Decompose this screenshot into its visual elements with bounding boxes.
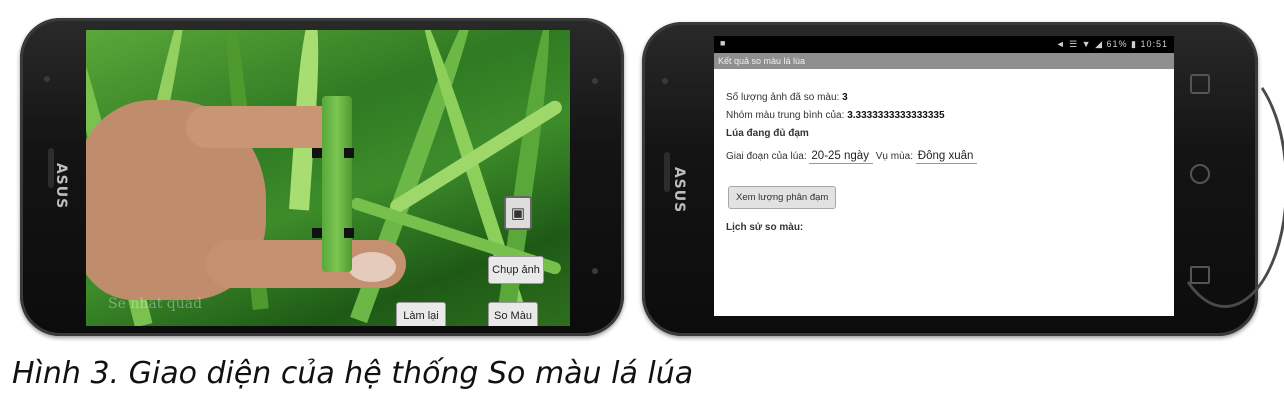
phone-speaker [664, 152, 670, 192]
selection-corner[interactable] [312, 228, 322, 238]
leaf-sample [322, 96, 352, 272]
sensor-dot [592, 78, 598, 84]
status-icons: ◄ ☰ ▼ ◢ 61% ▮ 10:51 [1055, 39, 1168, 49]
status-bar: ■ ◄ ☰ ▼ ◢ 61% ▮ 10:51 [714, 36, 1174, 53]
image-count-row: Số lượng ảnh đã so màu: 3 [726, 92, 848, 103]
front-camera [44, 76, 50, 82]
compare-color-button[interactable]: So Màu [488, 302, 538, 326]
average-group-label: Nhóm màu trung bình của: [726, 110, 845, 121]
camera-overlay-text: Se nhat quad [108, 296, 203, 312]
history-label: Lịch sử so màu: [726, 222, 804, 233]
back-key[interactable] [1190, 266, 1210, 284]
selection-corner[interactable] [312, 148, 322, 158]
phone-left: ASUS ▣ Chụp ảnh Làm lại So Màu Se nhat q… [20, 18, 624, 336]
selection-corner[interactable] [344, 148, 354, 158]
home-key[interactable] [1190, 164, 1210, 184]
asus-logo: ASUS [671, 166, 688, 214]
thumbnail [348, 252, 396, 282]
stage-season-row: Giai đoạn của lúa: 20-25 ngày Vụ mùa: Đô… [726, 150, 978, 164]
season-label: Vụ mùa: [875, 151, 913, 162]
phone-accent [1162, 62, 1284, 308]
sensor-dot [592, 268, 598, 274]
page-title: Kết quả so màu lá lúa [714, 53, 1174, 69]
average-group-row: Nhóm màu trung bình của: 3.3333333333333… [726, 110, 945, 121]
average-group-value: 3.3333333333333335 [847, 110, 945, 121]
phone-right: ASUS ■ ◄ ☰ ▼ ◢ 61% ▮ 10:51 Kết quả so mà… [642, 22, 1284, 336]
image-count-value: 3 [842, 92, 848, 103]
image-count-label: Số lượng ảnh đã so màu: [726, 92, 840, 103]
nitrogen-status: Lúa đang đủ đạm [726, 128, 809, 139]
camera-screen[interactable]: ▣ Chụp ảnh Làm lại So Màu Se nhat quad [86, 30, 570, 326]
result-screen: ■ ◄ ☰ ▼ ◢ 61% ▮ 10:51 Kết quả so màu lá … [714, 36, 1174, 316]
season-select[interactable]: Đông xuân [915, 150, 978, 164]
view-fertilizer-button[interactable]: Xem lượng phân đạm [728, 186, 837, 209]
front-camera [662, 78, 668, 84]
selection-corner[interactable] [344, 228, 354, 238]
stage-select[interactable]: 20-25 ngày [809, 150, 873, 164]
recent-apps-key[interactable] [1190, 74, 1210, 94]
redo-button[interactable]: Làm lại [396, 302, 446, 326]
stage-label: Giai đoạn của lúa: [726, 151, 807, 162]
notification-icon: ■ [720, 38, 726, 48]
asus-logo: ASUS [53, 162, 70, 210]
figure-caption: Hình 3. Giao diện của hệ thống So màu lá… [12, 356, 694, 391]
capture-button[interactable]: Chụp ảnh [488, 256, 544, 284]
camera-icon[interactable]: ▣ [504, 196, 532, 230]
